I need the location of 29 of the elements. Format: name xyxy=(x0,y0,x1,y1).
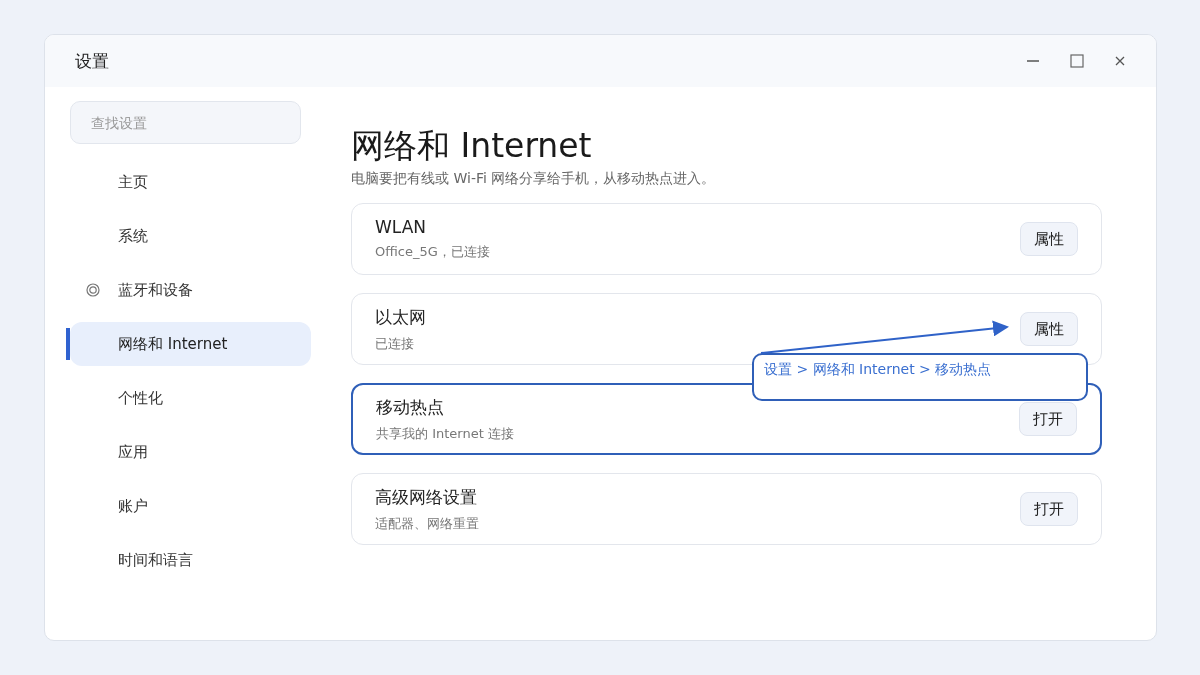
card-button[interactable]: 打开 xyxy=(1020,492,1078,526)
window-title: 设置 xyxy=(75,49,109,73)
card-subtitle: Office_5G，已连接 xyxy=(375,243,490,261)
page-title: 网络和 Internet xyxy=(351,125,593,167)
sidebar-item[interactable]: 应用 xyxy=(70,430,311,474)
target-icon xyxy=(86,283,100,297)
card-subtitle: 已连接 xyxy=(375,334,415,353)
sidebar-item[interactable]: 个性化 xyxy=(70,376,311,420)
card-title: 以太网 xyxy=(375,305,426,329)
card-subtitle: 共享我的 Internet 连接 xyxy=(376,424,514,443)
sidebar-item[interactable]: 账户 xyxy=(70,484,311,528)
sidebar-item[interactable]: 系统 xyxy=(70,214,311,258)
sidebar-item[interactable]: 网络和 Internet xyxy=(70,322,311,366)
close-icon[interactable] xyxy=(1114,55,1126,67)
sidebar-item[interactable]: 时间和语言 xyxy=(70,538,311,582)
card-title: WLAN xyxy=(375,217,428,237)
sidebar-item[interactable]: 主页 xyxy=(70,160,311,204)
search-field[interactable]: 查找设置 xyxy=(70,101,301,144)
page-subtitle: 电脑要把有线或 Wi‑Fi 网络分享给手机，从移动热点进入。 xyxy=(351,170,717,188)
card-title: 移动热点 xyxy=(376,395,445,419)
card-title: 高级网络设置 xyxy=(375,485,478,509)
sidebar-item[interactable]: 蓝牙和设备 xyxy=(70,268,311,312)
selection-indicator xyxy=(66,328,70,360)
annotation-callout: 设置 > 网络和 Internet > 移动热点 xyxy=(752,353,1088,401)
card-button[interactable]: 属性 xyxy=(1020,222,1078,256)
card-button[interactable]: 属性 xyxy=(1020,312,1078,346)
card-subtitle: 适配器、网络重置 xyxy=(375,514,479,533)
card-button[interactable]: 打开 xyxy=(1019,402,1077,436)
maximize-icon[interactable] xyxy=(1070,54,1084,68)
